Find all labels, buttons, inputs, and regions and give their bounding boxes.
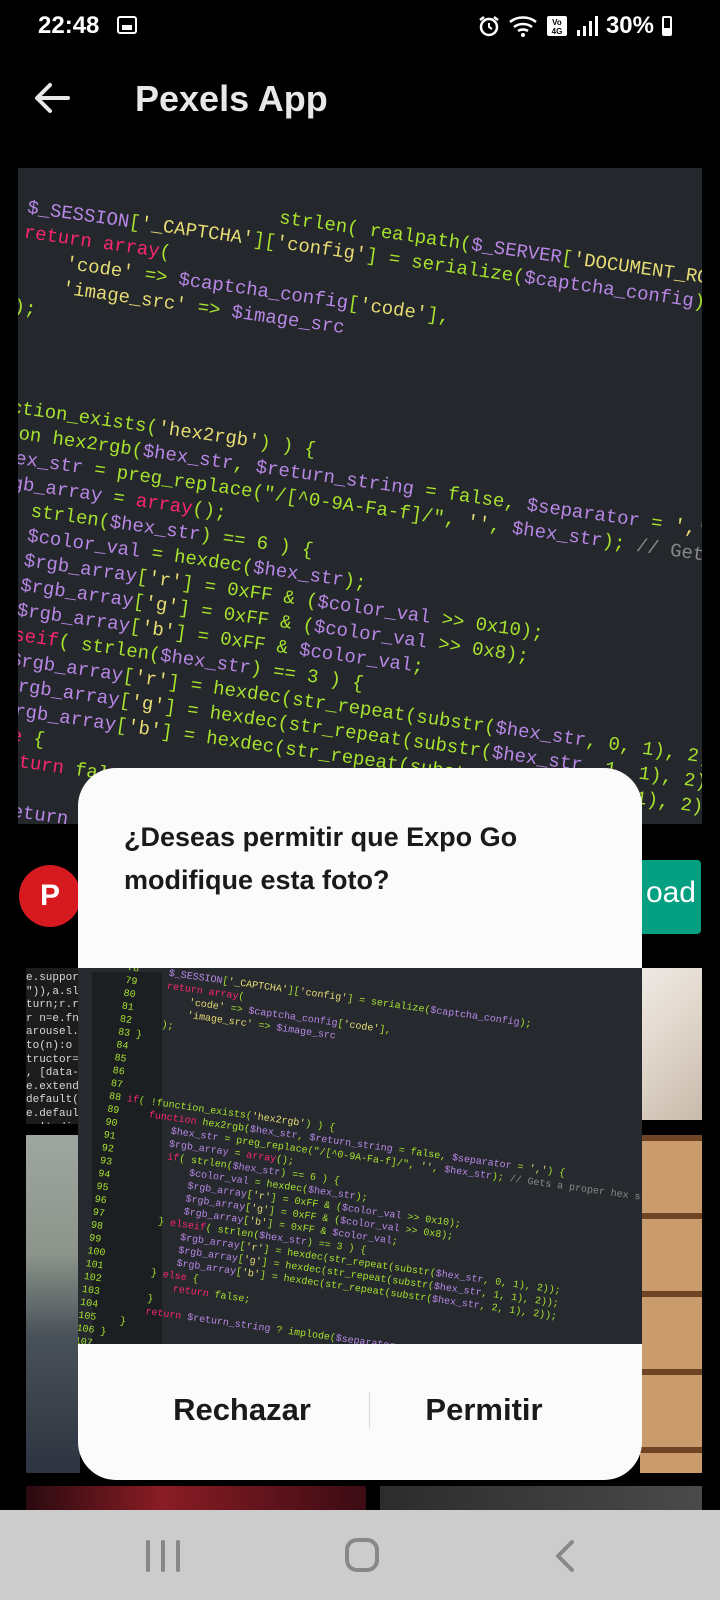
battery-icon: [662, 16, 672, 36]
status-icons: Vo 4G 30%: [478, 12, 672, 39]
grid-photo-code[interactable]: e.suppor ")),a.sl turn;r.re r n=e.fn arousel…: [26, 968, 80, 1124]
app-bar: Pexels App: [0, 60, 720, 140]
grid-photo-shelf[interactable]: [640, 1135, 702, 1473]
tile-code-line: tructor=: [26, 1053, 79, 1066]
tile-code-line: , [data-: [26, 1067, 79, 1080]
avatar[interactable]: P: [19, 865, 81, 927]
tile-code-line: to(n):o i: [26, 1039, 80, 1052]
reject-button[interactable]: Rechazar: [122, 1380, 362, 1440]
status-bar: 22:48 Vo 4G 30%: [0, 0, 720, 52]
preview-code-text: 78 $_SESSION['_CAPTCHA']['config'] = ser…: [78, 968, 642, 1344]
tile-code-line: e.suppor: [26, 972, 79, 984]
dialog-photo-preview: 78 $_SESSION['_CAPTCHA']['config'] = ser…: [78, 968, 642, 1344]
tile-code-line: r n=e.fn: [26, 1012, 79, 1025]
page-title: Pexels App: [135, 78, 328, 119]
tile-code-line: turn;r.re: [26, 999, 80, 1012]
tile-code-line: or't,dim: [26, 1122, 80, 1124]
gallery-icon: [117, 16, 137, 34]
svg-text:4G: 4G: [552, 27, 563, 36]
download-label: oad: [645, 876, 696, 909]
tile-code-line: default(): [26, 1094, 80, 1107]
tile-code-line: ")),a.sl: [26, 985, 79, 998]
permission-dialog: ¿Deseas permitir que Expo Go modifique e…: [78, 768, 642, 1480]
main-photo[interactable]: strlen( realpath($_SERVER['DOCUMENT_ROOT…: [18, 168, 702, 824]
grid-photo-fabric[interactable]: [640, 968, 702, 1120]
recents-icon[interactable]: [146, 1540, 180, 1572]
signal-icon: [576, 16, 598, 36]
allow-button[interactable]: Permitir: [364, 1380, 604, 1440]
tile-code-line: e.extend: [26, 1080, 79, 1093]
status-time: 22:48: [38, 12, 100, 39]
volte-4g-icon: Vo4G: [546, 16, 567, 36]
tile-code-line: arousel.: [26, 1026, 79, 1039]
wifi-icon: [509, 16, 537, 37]
navigation-bar: [0, 1510, 720, 1600]
svg-text:Vo: Vo: [552, 18, 562, 27]
home-icon[interactable]: [345, 1538, 379, 1572]
back-icon[interactable]: [548, 1538, 584, 1574]
arrow-left-icon[interactable]: [28, 74, 76, 122]
photo-code-text: strlen( realpath($_SERVER['DOCUMENT_ROOT…: [18, 168, 702, 824]
dialog-title: ¿Deseas permitir que Expo Go modifique e…: [124, 822, 518, 895]
alarm-icon: [479, 16, 499, 37]
tile-code-line: e.defaul: [26, 1107, 79, 1120]
dialog-actions: Rechazar Permitir: [78, 1344, 642, 1480]
battery-percent: 30%: [605, 12, 654, 39]
grid-photo-room[interactable]: [26, 1135, 80, 1473]
